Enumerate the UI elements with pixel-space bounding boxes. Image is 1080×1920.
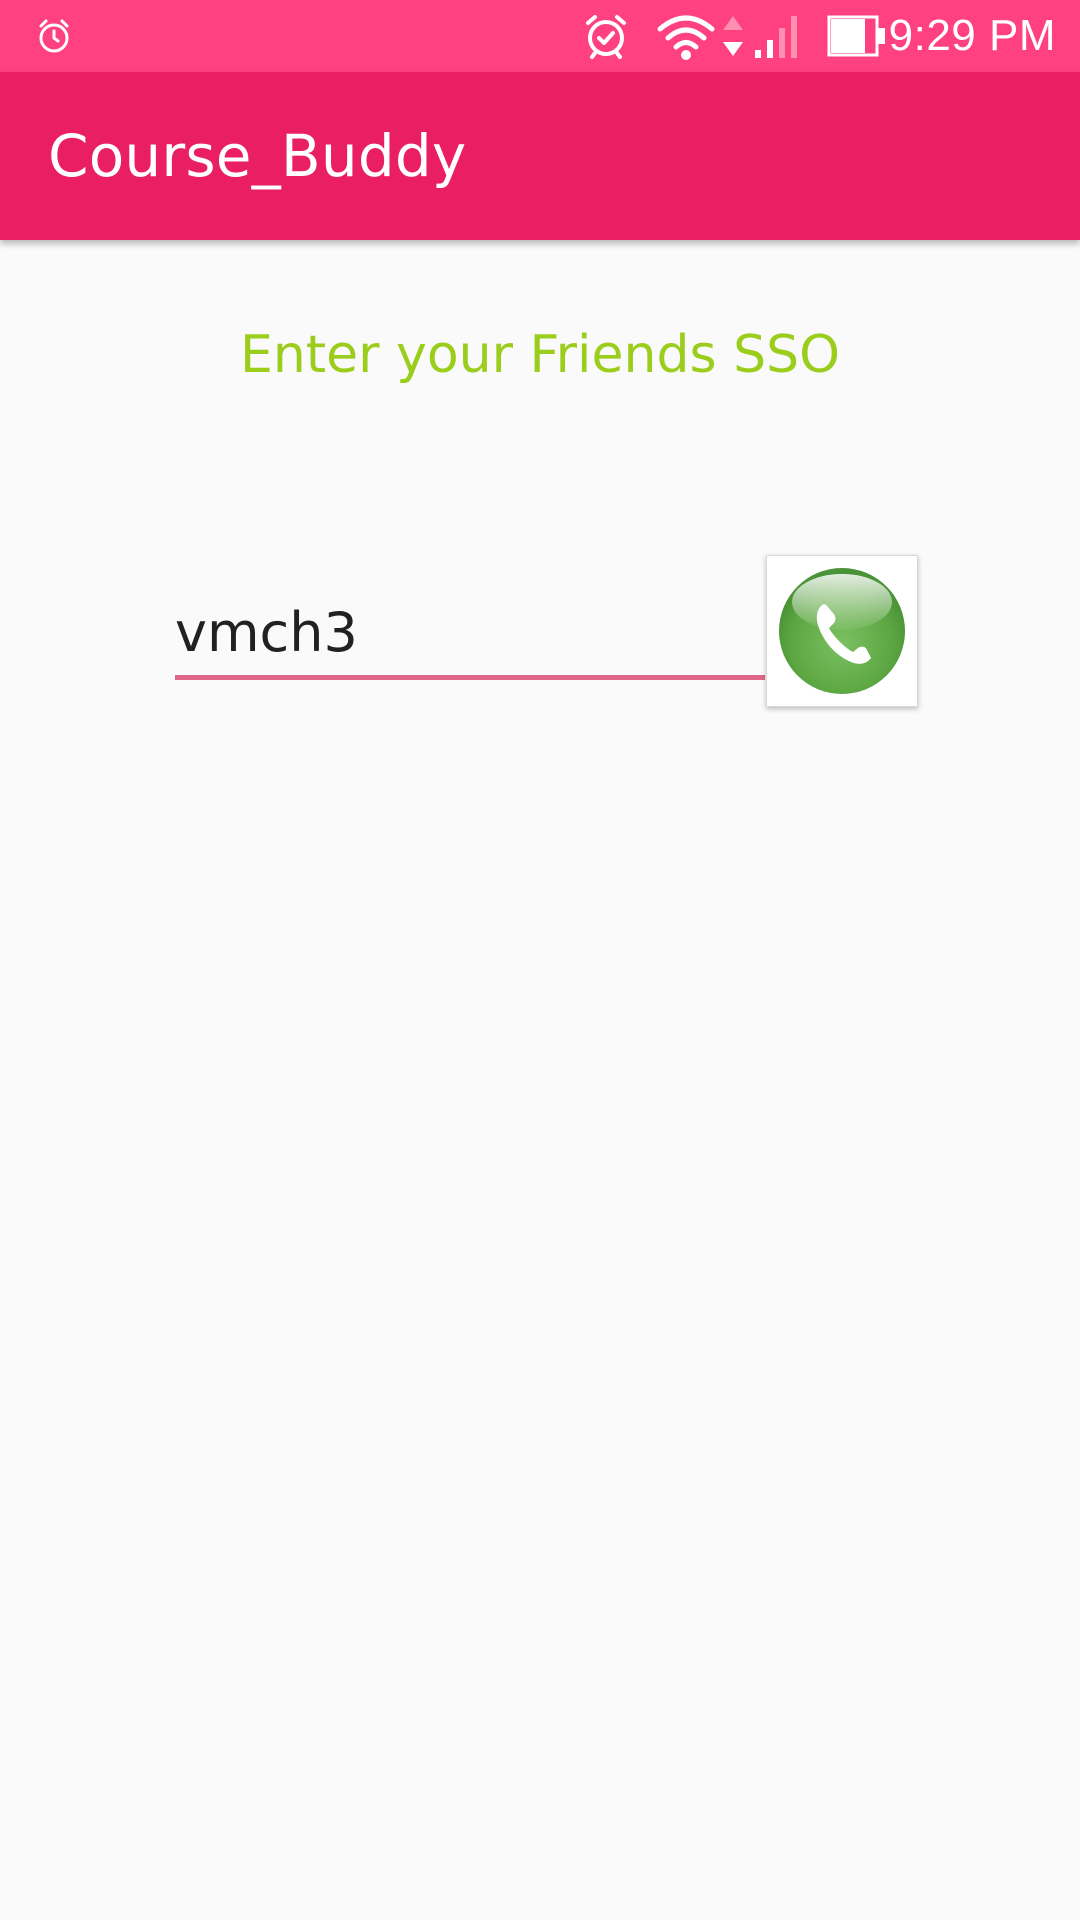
prompt-label: Enter your Friends SSO	[239, 325, 841, 385]
signal-icon	[752, 0, 804, 72]
battery-icon	[826, 0, 888, 72]
app-title: Course_Buddy	[48, 122, 467, 190]
app-bar: Course_Buddy	[0, 72, 1080, 240]
status-bar: 9:29 PM	[0, 0, 1080, 72]
phone-icon	[779, 568, 905, 694]
alarm-clock-icon	[34, 0, 74, 72]
wifi-icon	[656, 0, 716, 72]
status-time: 9:29 PM	[888, 11, 1056, 60]
call-button[interactable]	[766, 555, 918, 707]
alarm-icon	[580, 0, 632, 72]
sso-input[interactable]	[175, 590, 765, 680]
data-arrows-icon	[720, 0, 746, 72]
